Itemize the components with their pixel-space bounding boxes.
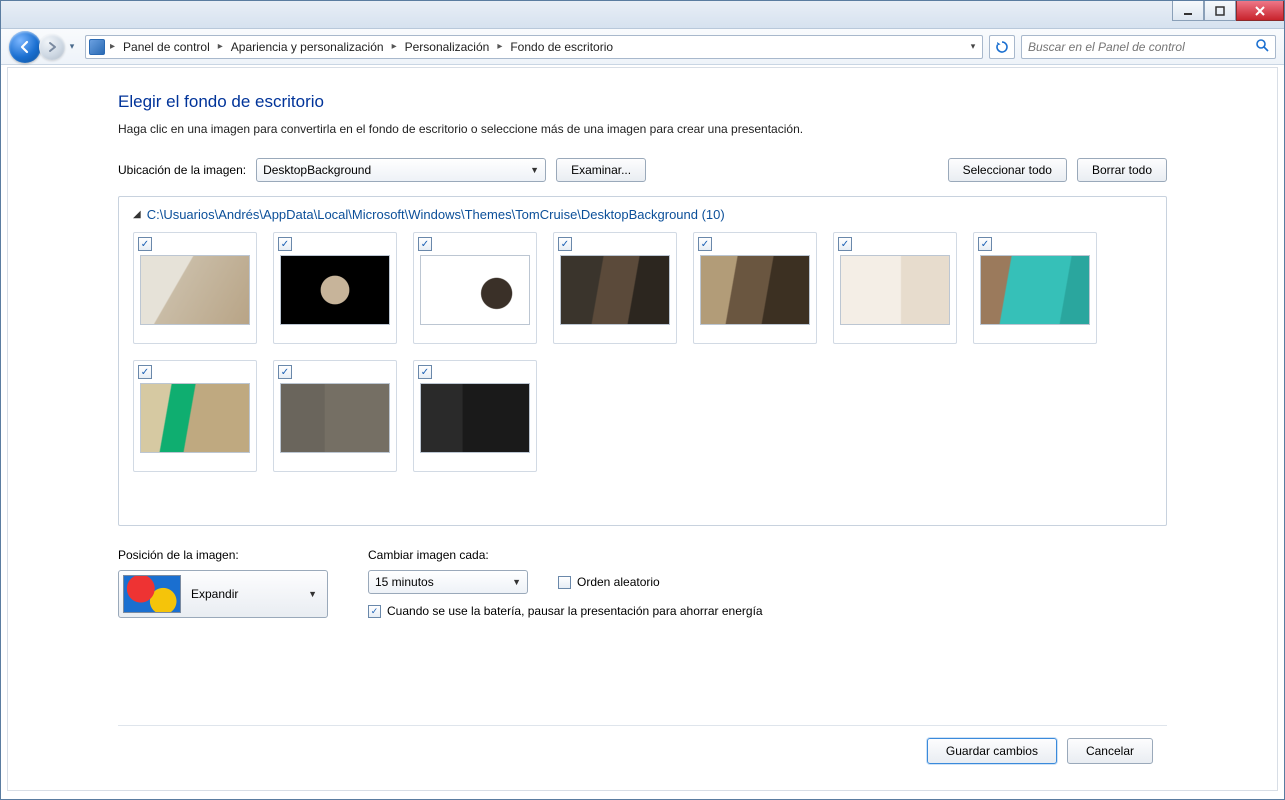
- navbar: ▾ ▸ Panel de control ▸ Apariencia y pers…: [1, 29, 1284, 65]
- thumb-image: [140, 255, 250, 325]
- chevron-down-icon: ▼: [524, 165, 539, 175]
- content-inner: Elegir el fondo de escritorio Haga clic …: [7, 67, 1278, 791]
- wallpaper-thumb[interactable]: ✓: [693, 232, 817, 344]
- wallpaper-thumb[interactable]: ✓: [833, 232, 957, 344]
- thumb-checkbox[interactable]: ✓: [278, 237, 292, 251]
- battery-checkbox[interactable]: ✓ Cuando se use la batería, pausar la pr…: [368, 604, 763, 618]
- cancel-button[interactable]: Cancelar: [1067, 738, 1153, 764]
- battery-label: Cuando se use la batería, pausar la pres…: [387, 604, 763, 618]
- chevron-right-icon: ▸: [390, 41, 399, 52]
- page-subtitle: Haga clic en una imagen para convertirla…: [118, 122, 1167, 136]
- chevron-right-icon: ▸: [216, 41, 225, 52]
- crumb-desktop-background[interactable]: Fondo de escritorio: [504, 36, 619, 58]
- thumb-checkbox[interactable]: ✓: [418, 365, 432, 379]
- wallpaper-thumb[interactable]: ✓: [133, 360, 257, 472]
- address-bar[interactable]: ▸ Panel de control ▸ Apariencia y person…: [85, 35, 983, 59]
- search-box[interactable]: [1021, 35, 1276, 59]
- minimize-button[interactable]: [1172, 1, 1204, 21]
- thumb-checkbox[interactable]: ✓: [418, 237, 432, 251]
- thumb-image: [420, 255, 530, 325]
- chevron-right-icon: ▸: [495, 41, 504, 52]
- location-row: Ubicación de la imagen: DesktopBackgroun…: [118, 158, 1167, 182]
- content: Elegir el fondo de escritorio Haga clic …: [1, 65, 1284, 799]
- wallpaper-thumb[interactable]: ✓: [273, 360, 397, 472]
- thumb-checkbox[interactable]: ✓: [278, 365, 292, 379]
- address-dropdown[interactable]: ▾: [964, 41, 982, 52]
- select-all-button[interactable]: Seleccionar todo: [948, 158, 1067, 182]
- titlebar: [1, 1, 1284, 29]
- search-input[interactable]: [1026, 39, 1253, 55]
- thumbnail-panel: ◢ C:\Usuarios\Andrés\AppData\Local\Micro…: [118, 196, 1167, 526]
- thumb-image: [140, 383, 250, 453]
- wallpaper-thumb[interactable]: ✓: [413, 232, 537, 344]
- wallpaper-thumb[interactable]: ✓: [973, 232, 1097, 344]
- checkbox-icon: ✓: [368, 605, 381, 618]
- thumb-checkbox[interactable]: ✓: [138, 365, 152, 379]
- thumb-image: [700, 255, 810, 325]
- chevron-down-icon: ▼: [506, 577, 521, 587]
- group-header[interactable]: ◢ C:\Usuarios\Andrés\AppData\Local\Micro…: [133, 207, 1152, 222]
- window-controls: [1172, 1, 1284, 21]
- thumb-image: [980, 255, 1090, 325]
- shuffle-checkbox[interactable]: Orden aleatorio: [558, 575, 660, 589]
- interval-dropdown[interactable]: 15 minutos ▼: [368, 570, 528, 594]
- close-button[interactable]: [1236, 1, 1284, 21]
- thumb-checkbox[interactable]: ✓: [138, 237, 152, 251]
- save-button[interactable]: Guardar cambios: [927, 738, 1057, 764]
- position-preview-icon: [123, 575, 181, 613]
- chevron-down-icon: ▼: [308, 589, 323, 599]
- back-button[interactable]: [9, 31, 41, 63]
- window: ▾ ▸ Panel de control ▸ Apariencia y pers…: [0, 0, 1285, 800]
- thumb-checkbox[interactable]: ✓: [698, 237, 712, 251]
- interval-value: 15 minutos: [375, 575, 506, 589]
- thumb-image: [840, 255, 950, 325]
- thumb-image: [280, 383, 390, 453]
- browse-button[interactable]: Examinar...: [556, 158, 646, 182]
- checkbox-icon: [558, 576, 571, 589]
- forward-button[interactable]: [39, 34, 65, 60]
- position-label: Posición de la imagen:: [118, 548, 328, 562]
- page-title: Elegir el fondo de escritorio: [118, 92, 1167, 112]
- clear-all-button[interactable]: Borrar todo: [1077, 158, 1167, 182]
- crumb-control-panel[interactable]: Panel de control: [117, 36, 216, 58]
- location-value: DesktopBackground: [263, 163, 524, 177]
- thumb-checkbox[interactable]: ✓: [558, 237, 572, 251]
- thumb-checkbox[interactable]: ✓: [838, 237, 852, 251]
- wallpaper-thumb[interactable]: ✓: [273, 232, 397, 344]
- shuffle-label: Orden aleatorio: [577, 575, 660, 589]
- wallpaper-thumb[interactable]: ✓: [553, 232, 677, 344]
- search-icon[interactable]: [1253, 38, 1271, 55]
- thumb-image: [560, 255, 670, 325]
- control-panel-icon: [86, 39, 108, 55]
- thumb-image: [420, 383, 530, 453]
- thumbnail-grid: ✓ ✓ ✓ ✓ ✓ ✓ ✓ ✓ ✓ ✓: [133, 232, 1152, 472]
- nav-history-dropdown[interactable]: ▾: [65, 34, 79, 60]
- thumb-checkbox[interactable]: ✓: [978, 237, 992, 251]
- collapse-icon: ◢: [133, 209, 141, 220]
- thumb-image: [280, 255, 390, 325]
- refresh-button[interactable]: [989, 35, 1015, 59]
- footer: Guardar cambios Cancelar: [118, 725, 1167, 776]
- interval-column: Cambiar imagen cada: 15 minutos ▼ Orden …: [368, 548, 763, 618]
- group-path: C:\Usuarios\Andrés\AppData\Local\Microso…: [147, 207, 725, 222]
- position-dropdown[interactable]: Expandir ▼: [118, 570, 328, 618]
- breadcrumb: ▸ Panel de control ▸ Apariencia y person…: [108, 36, 964, 58]
- chevron-right-icon: ▸: [108, 41, 117, 52]
- position-column: Posición de la imagen: Expandir ▼: [118, 548, 328, 618]
- wallpaper-thumb[interactable]: ✓: [413, 360, 537, 472]
- location-label: Ubicación de la imagen:: [118, 163, 246, 177]
- crumb-personalization[interactable]: Personalización: [399, 36, 496, 58]
- position-value: Expandir: [191, 587, 298, 601]
- location-dropdown[interactable]: DesktopBackground ▼: [256, 158, 546, 182]
- options-row: Posición de la imagen: Expandir ▼ Cambia…: [118, 548, 1167, 618]
- maximize-button[interactable]: [1204, 1, 1236, 21]
- interval-label: Cambiar imagen cada:: [368, 548, 763, 562]
- nav-buttons: ▾: [9, 31, 79, 63]
- crumb-appearance[interactable]: Apariencia y personalización: [225, 36, 390, 58]
- wallpaper-thumb[interactable]: ✓: [133, 232, 257, 344]
